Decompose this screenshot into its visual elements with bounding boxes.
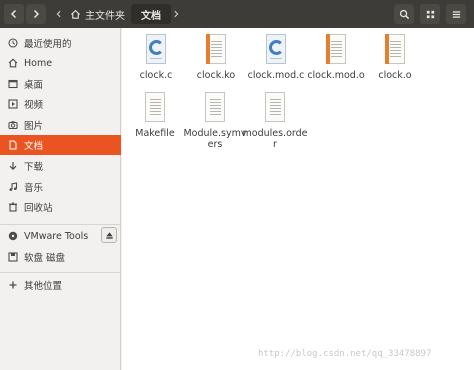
home-icon xyxy=(70,9,81,19)
file-item[interactable]: clock.c xyxy=(122,34,190,81)
sidebar-item-documents[interactable]: 文档 xyxy=(0,135,121,155)
crumb-current-label: 文档 xyxy=(141,10,161,22)
c-source-file-icon xyxy=(143,34,169,66)
sidebar-divider xyxy=(0,224,121,225)
trash-icon xyxy=(8,202,18,212)
search-button[interactable] xyxy=(394,4,414,24)
binary-file-icon xyxy=(203,34,229,66)
floppy-icon xyxy=(8,252,18,262)
binary-file-icon xyxy=(382,34,408,66)
search-icon xyxy=(399,9,409,19)
sidebar-item-label: 视频 xyxy=(24,100,44,111)
file-item[interactable]: clock.mod.o xyxy=(302,34,370,81)
sidebar-item-other-locations[interactable]: 其他位置 xyxy=(0,275,121,295)
sidebar-item-trash[interactable]: 回收站 xyxy=(0,197,121,217)
document-icon xyxy=(8,140,18,150)
sidebar-item-downloads[interactable]: 下载 xyxy=(0,156,121,176)
plus-icon xyxy=(8,280,18,290)
sidebar-item-label: 文档 xyxy=(24,141,44,152)
sidebar-item-label: 回收站 xyxy=(24,203,53,214)
download-icon xyxy=(8,161,18,171)
menu-button[interactable] xyxy=(446,4,466,24)
disc-icon xyxy=(8,231,18,241)
sidebar-item-pictures[interactable]: 图片 xyxy=(0,115,121,135)
sidebar: 最近使用的 Home 桌面 视频 图片 文档 下载 音乐 回收站 VMware … xyxy=(0,28,121,370)
file-item[interactable]: clock.ko xyxy=(182,34,250,81)
file-name: clock.mod.c xyxy=(247,70,305,81)
sidebar-item-video[interactable]: 视频 xyxy=(0,94,121,114)
crumb-home-label: 主文件夹 xyxy=(85,10,125,22)
binary-file-icon xyxy=(323,34,349,66)
path-scroll-right-icon[interactable] xyxy=(171,4,181,24)
forward-button[interactable] xyxy=(26,4,46,24)
sidebar-item-label: 音乐 xyxy=(24,183,44,194)
clock-icon xyxy=(8,38,18,48)
file-item[interactable]: Module.symvers xyxy=(181,92,249,150)
chevron-right-icon xyxy=(33,9,40,19)
text-file-icon xyxy=(262,92,288,124)
sidebar-item-label: VMware Tools xyxy=(24,230,89,242)
sidebar-item-label: 图片 xyxy=(24,121,44,132)
camera-icon xyxy=(8,120,18,130)
sidebar-item-label: 下载 xyxy=(24,162,44,173)
sidebar-item-label: Home xyxy=(24,57,53,69)
back-button[interactable] xyxy=(4,4,24,24)
file-name: Module.symvers xyxy=(183,128,247,150)
crumb-home[interactable]: 主文件夹 xyxy=(64,4,131,24)
file-name: modules.order xyxy=(242,128,308,150)
video-icon xyxy=(8,99,18,109)
path-scroll-left-icon[interactable] xyxy=(54,4,64,24)
watermark-url: http://blog.csdn.net/qq_33478897 xyxy=(258,349,432,359)
sidebar-item-home[interactable]: Home xyxy=(0,53,121,73)
c-source-file-icon xyxy=(263,34,289,66)
file-name: Makefile xyxy=(135,128,175,139)
chevron-left-icon xyxy=(10,9,17,19)
sidebar-item-label: 软盘 磁盘 xyxy=(24,253,66,264)
eject-icon xyxy=(105,231,113,239)
grid-view-icon xyxy=(426,10,434,18)
menu-icon xyxy=(452,10,460,18)
desktop-icon xyxy=(8,79,18,89)
sidebar-item-vmware-tools[interactable]: VMware Tools xyxy=(0,226,121,246)
file-name: clock.ko xyxy=(196,70,236,81)
view-mode-button[interactable] xyxy=(420,4,440,24)
crumb-current[interactable]: 文档 xyxy=(131,4,171,24)
sidebar-item-floppy[interactable]: 软盘 磁盘 xyxy=(0,247,121,267)
file-view: clock.c clock.ko clock.mod.c clock.mod.o… xyxy=(122,28,474,370)
breadcrumb: 主文件夹 文档 xyxy=(54,4,181,24)
file-item[interactable]: modules.order xyxy=(241,92,309,150)
file-item[interactable]: clock.o xyxy=(361,34,429,81)
home-icon xyxy=(8,58,18,68)
sidebar-divider xyxy=(0,272,121,273)
sidebar-item-recent[interactable]: 最近使用的 xyxy=(0,33,121,53)
sidebar-item-label: 其他位置 xyxy=(24,281,63,292)
file-item[interactable]: clock.mod.c xyxy=(242,34,310,81)
sidebar-item-music[interactable]: 音乐 xyxy=(0,177,121,197)
file-name: clock.mod.o xyxy=(307,70,365,81)
file-item[interactable]: Makefile xyxy=(121,92,189,139)
sidebar-item-label: 最近使用的 xyxy=(24,39,72,50)
sidebar-item-label: 桌面 xyxy=(24,80,44,91)
sidebar-item-desktop[interactable]: 桌面 xyxy=(0,74,121,94)
header-actions xyxy=(394,4,474,24)
file-name: clock.o xyxy=(378,70,412,81)
header-bar: 主文件夹 文档 xyxy=(0,0,474,28)
text-file-icon xyxy=(202,92,228,124)
file-name: clock.c xyxy=(139,70,173,81)
music-icon xyxy=(8,182,18,192)
eject-button[interactable] xyxy=(101,227,117,243)
text-file-icon xyxy=(142,92,168,124)
